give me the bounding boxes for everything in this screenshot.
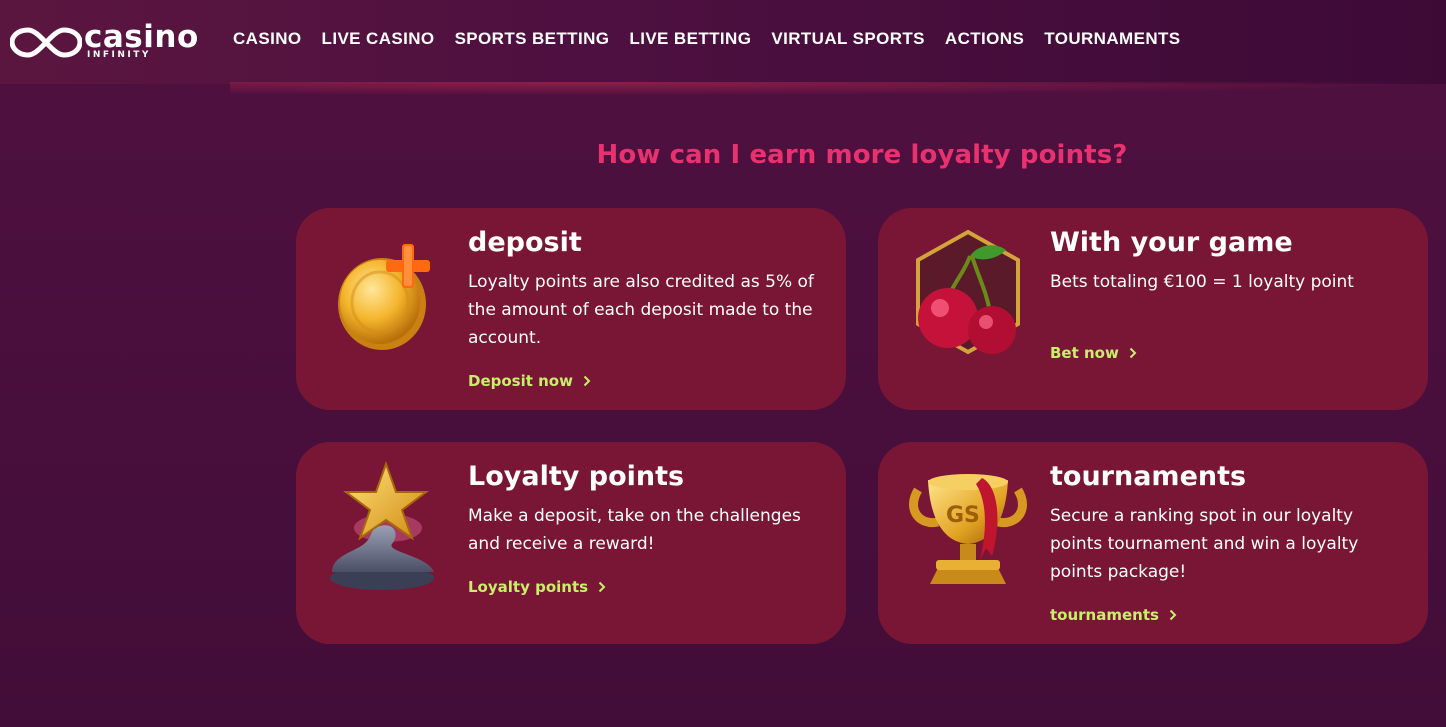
link-label: Bet now (1050, 344, 1119, 362)
nav-live-casino[interactable]: LIVE CASINO (322, 29, 435, 49)
top-header: casino INFINITY CASINO LIVE CASINO SPORT… (0, 0, 1446, 84)
logo-wordmark: casino (84, 19, 199, 55)
svg-text:GS: GS (946, 503, 980, 528)
deposit-now-link[interactable]: Deposit now (468, 372, 591, 390)
link-label: tournaments (1050, 606, 1159, 624)
nav-virtual-sports[interactable]: VIRTUAL SPORTS (771, 29, 925, 49)
gold-coin-plus-icon (338, 244, 430, 350)
nav-sports-betting[interactable]: SPORTS BETTING (455, 29, 610, 49)
link-label: Loyalty points (468, 578, 589, 596)
nav-tournaments[interactable]: TOURNAMENTS (1044, 29, 1180, 49)
card-description: Make a deposit, take on the challenges a… (468, 506, 801, 554)
card-deposit: deposit Loyalty points are also credited… (296, 208, 846, 410)
chevron-right-icon (598, 581, 606, 593)
main-nav: CASINO LIVE CASINO SPORTS BETTING LIVE B… (233, 29, 1201, 49)
nav-actions[interactable]: ACTIONS (945, 29, 1024, 49)
nav-live-betting[interactable]: LIVE BETTING (629, 29, 751, 49)
bet-now-link[interactable]: Bet now (1050, 344, 1137, 362)
card-description: Bets totaling €100 = 1 loyalty point (1050, 272, 1354, 292)
card-with-your-game: With your game Bets totaling €100 = 1 lo… (878, 208, 1428, 410)
star-trophy-icon (330, 461, 434, 590)
card-title: With your game (1050, 227, 1293, 258)
logo-subtitle: INFINITY (87, 50, 151, 60)
nav-casino[interactable]: CASINO (233, 29, 302, 49)
header-glow (230, 82, 1446, 96)
chevron-right-icon (1129, 347, 1137, 359)
infinity-logo-icon (10, 27, 82, 58)
card-title: Loyalty points (468, 461, 685, 492)
cherries-icon (916, 229, 1020, 355)
loyalty-points-link[interactable]: Loyalty points (468, 578, 606, 596)
card-description: Loyalty points are also credited as 5% o… (468, 272, 814, 348)
card-description: Secure a ranking spot in our loyalty poi… (1050, 506, 1359, 582)
casino-infinity-logo[interactable]: casino INFINITY (10, 22, 205, 62)
card-tournaments: GS tournaments Secure a ranking spot in … (878, 442, 1428, 644)
link-label: Deposit now (468, 372, 573, 390)
card-title: tournaments (1050, 461, 1247, 492)
card-loyalty-points: Loyalty points Make a deposit, take on t… (296, 442, 846, 644)
tournaments-link[interactable]: tournaments (1050, 606, 1177, 624)
chevron-right-icon (583, 375, 591, 387)
section-title: How can I earn more loyalty points? (596, 140, 1128, 170)
card-title: deposit (468, 227, 582, 258)
chevron-right-icon (1169, 609, 1177, 621)
gold-cup-icon: GS (909, 474, 1027, 584)
